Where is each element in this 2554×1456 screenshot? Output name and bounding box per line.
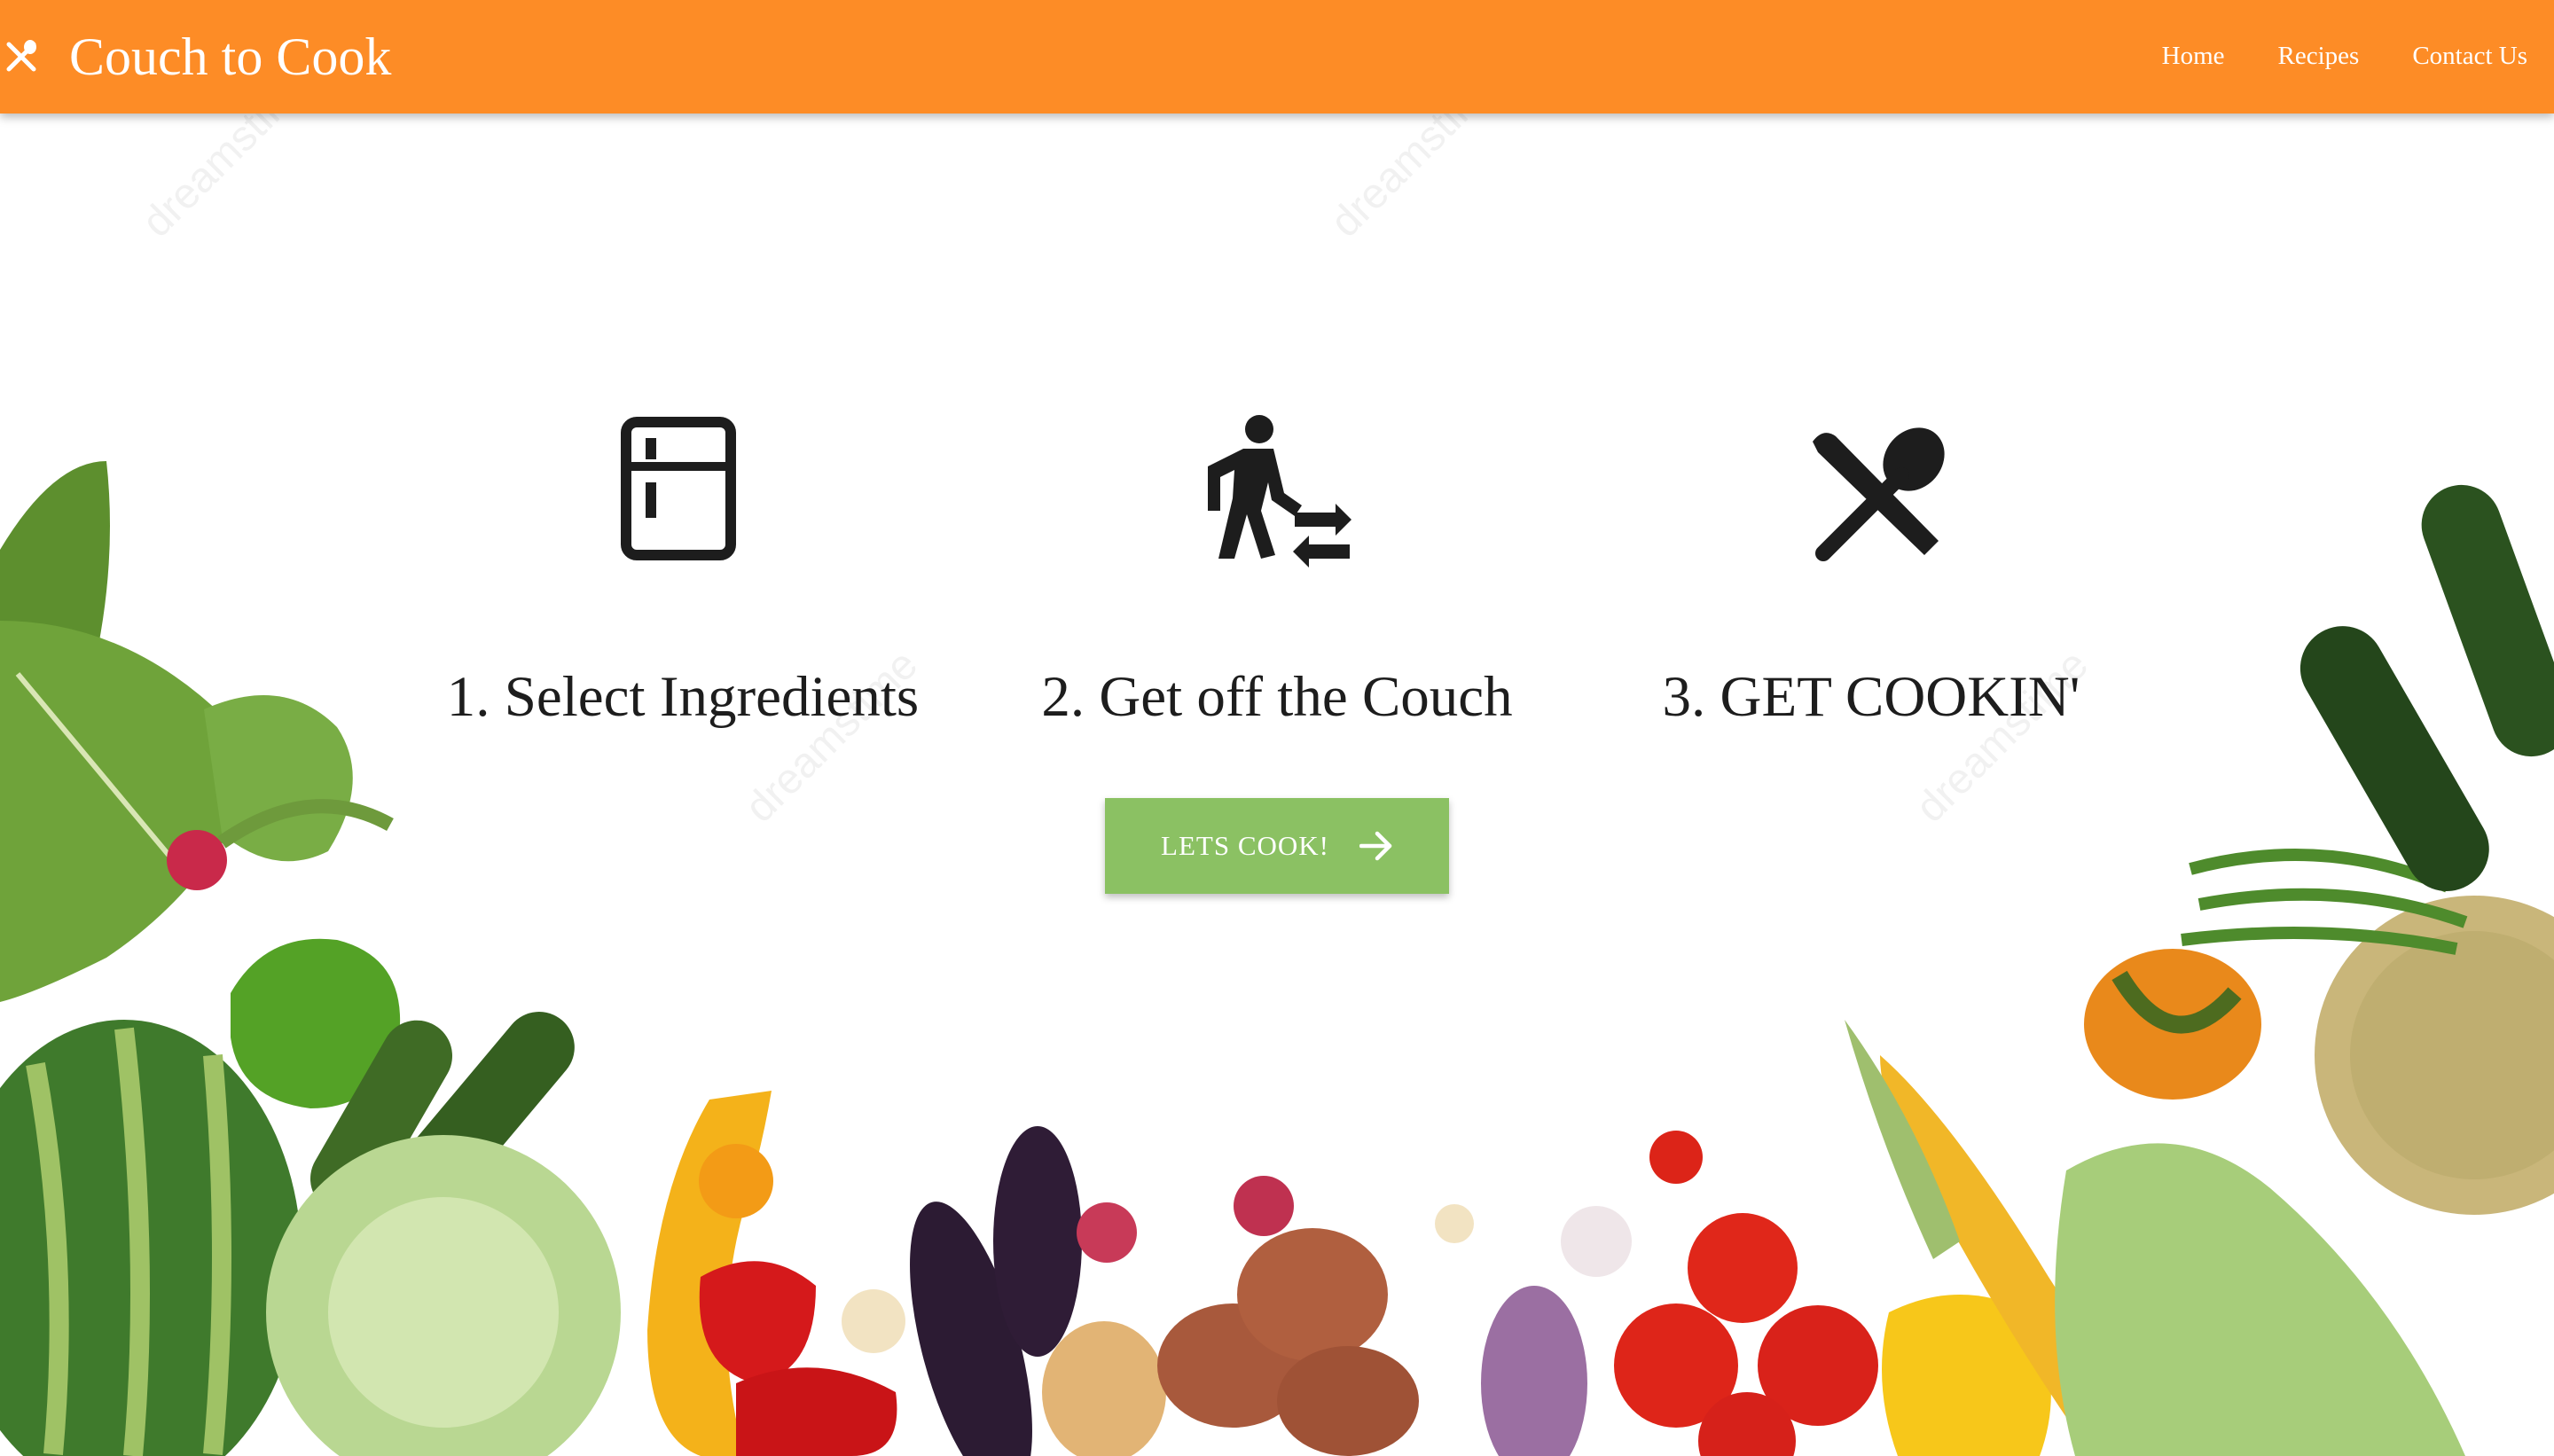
fork-spoon-icon — [1813, 427, 1945, 561]
lets-cook-button[interactable]: LETS COOK! — [1105, 798, 1449, 894]
fork-spoon-icon — [6, 40, 36, 72]
nav-recipes-link[interactable]: Recipes — [2278, 35, 2360, 76]
step-3-label: 3. GET COOKIN' — [1662, 665, 2080, 729]
nav-contact-link[interactable]: Contact Us — [2412, 35, 2527, 76]
walking-person-transfer-icon — [1208, 415, 1351, 568]
lets-cook-button-label: LETS COOK! — [1161, 830, 1329, 861]
step-1-label: 1. Select Ingredients — [446, 665, 920, 729]
site-title[interactable]: Couch to Cook — [69, 21, 391, 92]
main-nav: Home Recipes Contact Us — [2162, 35, 2527, 76]
fridge-icon — [621, 417, 736, 560]
arrow-right-icon — [1359, 831, 1392, 861]
step-2-label: 2. Get off the Couch — [1041, 665, 1513, 729]
nav-home-link[interactable]: Home — [2162, 35, 2225, 76]
top-navbar: Couch to Cook Home Recipes Contact Us — [0, 0, 2554, 114]
